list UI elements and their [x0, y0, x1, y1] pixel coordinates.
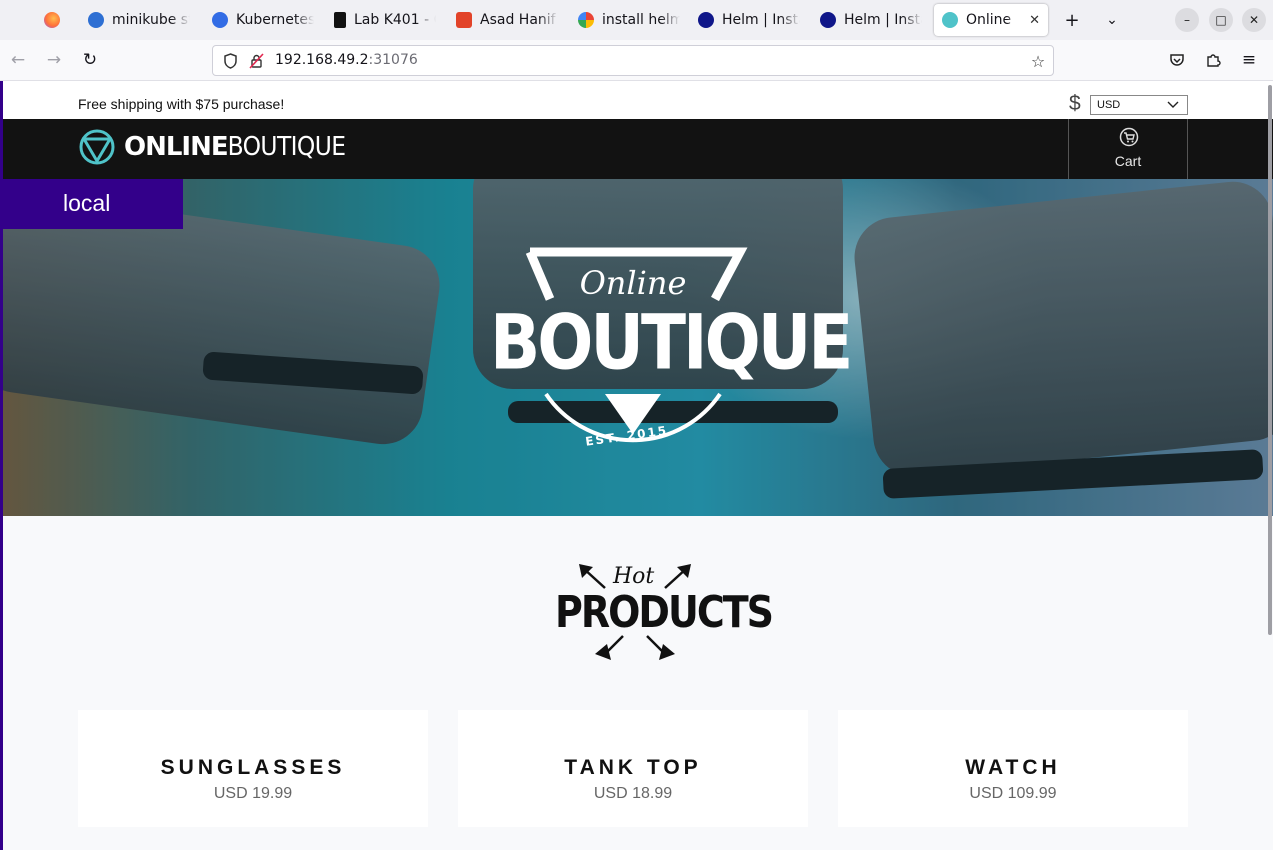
product-price: USD 19.99	[213, 785, 293, 802]
product-name: SUNGLASSES	[160, 756, 346, 779]
hero-boutique-logo: Online BOUTIQUE EST. 2015	[490, 244, 853, 466]
boutique-logo-icon	[79, 129, 115, 165]
cart-button[interactable]: Cart	[1068, 119, 1188, 179]
tab-google-install-helm[interactable]: install helm	[570, 4, 688, 36]
logo-text-bold: ONLINE	[124, 132, 229, 162]
new-tab-button[interactable]: +	[1058, 6, 1086, 34]
minikube-icon	[88, 12, 104, 28]
product-name: TANK TOP	[564, 756, 702, 779]
helm-icon	[820, 12, 836, 28]
forward-button[interactable]: →	[40, 46, 68, 74]
hot-script: Hot	[613, 564, 655, 589]
shipping-bar: Free shipping with $75 purchase! $ USD	[3, 81, 1273, 119]
hero-banner: Online BOUTIQUE EST. 2015	[3, 179, 1273, 516]
product-card-tank-top[interactable]: TANK TOP USD 18.99	[458, 710, 808, 827]
web-page: Free shipping with $75 purchase! $ USD O…	[0, 81, 1273, 850]
site-header: ONLINE BOUTIQUE Cart	[3, 119, 1273, 179]
tab-lab-k401[interactable]: Lab K401 - C	[326, 4, 444, 36]
tab-close-icon[interactable]: ✕	[1029, 13, 1040, 28]
environment-badge: local	[3, 179, 183, 229]
kubernetes-icon	[212, 12, 228, 28]
tab-helm-install-1[interactable]: Helm | Insta	[690, 4, 808, 36]
minimize-window-button[interactable]: –	[1175, 8, 1199, 32]
product-name: WATCH	[965, 756, 1061, 779]
tab-firefox-view[interactable]	[36, 4, 76, 36]
pocket-icon[interactable]	[1163, 46, 1191, 74]
currency-symbol: $	[1069, 92, 1081, 115]
browser-navigation-bar: ← → ↻ 192.168.49.2:31076 ☆ ≡	[0, 40, 1273, 81]
firefox-icon	[44, 12, 60, 28]
shield-icon[interactable]	[221, 52, 239, 70]
maximize-window-button[interactable]: □	[1209, 8, 1233, 32]
product-card-watch[interactable]: WATCH USD 109.99	[838, 710, 1188, 827]
product-price: USD 18.99	[593, 785, 673, 802]
insecure-lock-icon[interactable]	[247, 52, 265, 70]
address-bar[interactable]: 192.168.49.2:31076 ☆	[212, 45, 1054, 76]
logo-text-light: BOUTIQUE	[227, 132, 346, 162]
url-text: 192.168.49.2:31076	[275, 52, 418, 68]
products-heading: PRODUCTS	[555, 586, 774, 638]
helm-icon	[698, 12, 714, 28]
tab-kubernetes[interactable]: Kubernetes	[204, 4, 322, 36]
gitlab-icon	[456, 12, 472, 28]
tab-gitlab[interactable]: Asad Hanif /	[448, 4, 566, 36]
book-icon	[334, 12, 346, 28]
hot-products-emblem: Hot PRODUCTS	[555, 564, 774, 664]
cart-label: Cart	[1114, 153, 1142, 169]
shipping-text: Free shipping with $75 purchase!	[78, 96, 285, 112]
hero-logo-word: BOUTIQUE	[490, 298, 853, 387]
reload-button[interactable]: ↻	[76, 46, 104, 74]
product-price: USD 109.99	[969, 785, 1057, 802]
extensions-icon[interactable]	[1199, 46, 1227, 74]
menu-icon[interactable]: ≡	[1235, 46, 1263, 74]
back-button[interactable]: ←	[4, 46, 32, 74]
site-logo[interactable]: ONLINE BOUTIQUE	[78, 128, 346, 166]
chevron-down-icon	[1167, 96, 1179, 120]
product-card-sunglasses[interactable]: SUNGLASSES USD 19.99	[78, 710, 428, 827]
currency-select[interactable]: USD	[1090, 95, 1188, 115]
google-icon	[578, 12, 594, 28]
online-boutique-icon	[942, 12, 958, 28]
list-all-tabs-button[interactable]: ⌄	[1098, 6, 1126, 34]
close-window-button[interactable]: ✕	[1242, 8, 1266, 32]
tab-minikube[interactable]: minikube st	[80, 4, 198, 36]
page-scrollbar[interactable]	[1268, 85, 1272, 635]
tab-online-boutique[interactable]: Online Bo ✕	[934, 4, 1048, 36]
bookmark-star-icon[interactable]: ☆	[1029, 52, 1047, 71]
tab-helm-install-2[interactable]: Helm | Insta	[812, 4, 930, 36]
cart-icon	[1119, 127, 1139, 151]
hero-logo-script: Online	[579, 264, 687, 302]
browser-tab-bar: minikube st Kubernetes Lab K401 - C Asad…	[0, 0, 1273, 40]
